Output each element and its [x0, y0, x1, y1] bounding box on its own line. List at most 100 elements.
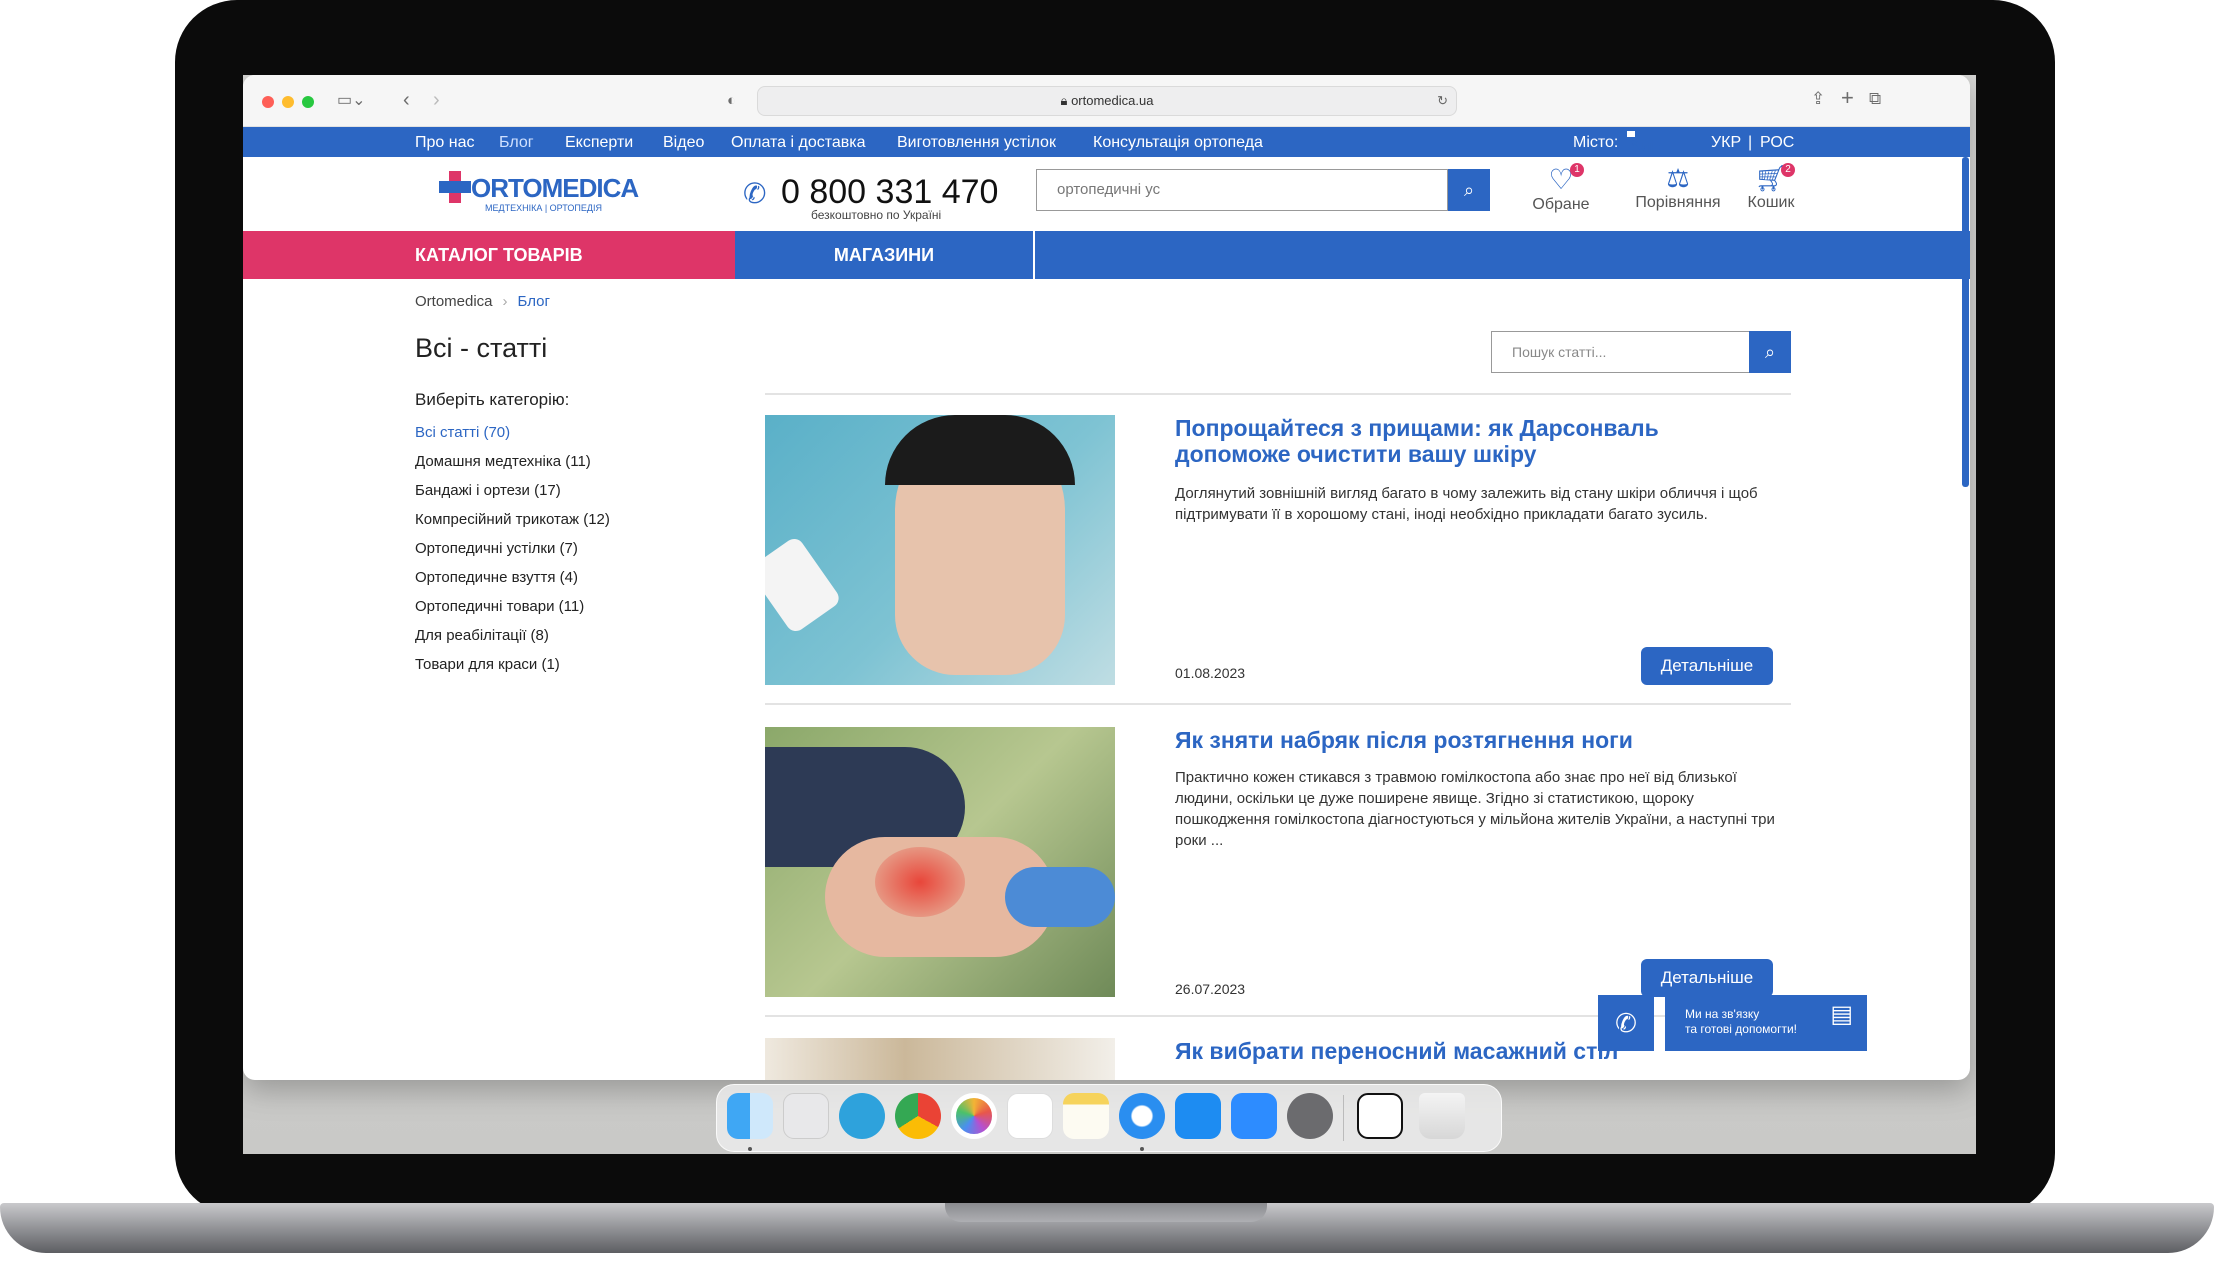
laptop-screen: ▭⌄ ‹ › ◐ 🔒︎ ortomedica.ua ↻ ⇪ + ⧉ Про на…: [243, 75, 1976, 1154]
zoom-window-button[interactable]: [302, 96, 314, 108]
category-item[interactable]: Ортопедичні товари (11): [415, 592, 610, 621]
shops-button[interactable]: МАГАЗИНИ: [735, 231, 1035, 279]
app-store-icon[interactable]: [1175, 1093, 1221, 1139]
calendar-icon[interactable]: [1007, 1093, 1053, 1139]
logo-subtitle: МЕДТЕХНІКА | ОРТОПЕДІЯ: [485, 203, 602, 213]
city-selector[interactable]: Київ ▾: [1627, 131, 1662, 155]
nav-item-blog[interactable]: Блог: [499, 134, 534, 152]
article-card: Як зняти набряк після розтягнення ноги П…: [765, 727, 1791, 997]
breadcrumb-current[interactable]: Блог: [518, 293, 550, 310]
category-item[interactable]: Товари для краси (1): [415, 650, 610, 679]
article-image-ankle[interactable]: [765, 727, 1115, 997]
sidebar-toggle-icon[interactable]: ▭⌄: [337, 91, 366, 111]
lang-ros[interactable]: РОС: [1760, 134, 1794, 152]
article-image-massage-table[interactable]: [765, 1038, 1115, 1080]
city-label: Місто:: [1573, 134, 1619, 151]
breadcrumb-chevron-icon: ›: [502, 293, 508, 310]
article-search-button[interactable]: ⌕: [1749, 331, 1791, 373]
logo-text[interactable]: ORTOMEDICA: [471, 173, 639, 204]
notion-icon[interactable]: [1357, 1093, 1403, 1139]
page-title: Всі - статті: [415, 333, 548, 363]
article-search-input[interactable]: Пошук статті...: [1491, 331, 1791, 373]
launchpad-icon[interactable]: [783, 1093, 829, 1139]
category-item[interactable]: Компресійний трикотаж (12): [415, 505, 610, 534]
category-item[interactable]: Бандажі і ортези (17): [415, 476, 610, 505]
nav-item-experts[interactable]: Експерти: [565, 134, 633, 152]
share-icon[interactable]: ⇪: [1811, 89, 1825, 109]
cart-button[interactable]: 🛒︎ 2 Кошик: [1741, 163, 1801, 212]
search-icon: ⌕: [1463, 180, 1475, 200]
article-title[interactable]: Як зняти набряк після розтягнення ноги: [1175, 727, 1755, 753]
phone-icon: ✆: [743, 178, 767, 209]
article-title[interactable]: Попрощайтеся з прищами: як Дарсонваль до…: [1175, 415, 1755, 467]
article-date: 01.08.2023: [1175, 665, 1246, 681]
back-icon[interactable]: ‹: [403, 90, 410, 110]
system-settings-icon[interactable]: [1287, 1093, 1333, 1139]
photos-icon[interactable]: [951, 1093, 997, 1139]
browser-toolbar: ▭⌄ ‹ › ◐ 🔒︎ ortomedica.ua ↻ ⇪ + ⧉: [243, 75, 1970, 127]
category-item[interactable]: Ортопедичне взуття (4): [415, 563, 610, 592]
forward-icon[interactable]: ›: [433, 90, 440, 110]
browser-window: ▭⌄ ‹ › ◐ 🔒︎ ortomedica.ua ↻ ⇪ + ⧉ Про на…: [243, 75, 1970, 1080]
tab-overview-icon[interactable]: ⧉: [1869, 89, 1881, 109]
compare-label: Порівняння: [1635, 194, 1721, 211]
product-search-input[interactable]: ортопедичні ус: [1036, 169, 1448, 211]
zoom-icon[interactable]: [1231, 1093, 1277, 1139]
running-indicator: [748, 1147, 752, 1151]
notes-icon[interactable]: [1063, 1093, 1109, 1139]
url-text: ortomedica.ua: [1071, 93, 1154, 108]
divider: [765, 703, 1791, 705]
category-item[interactable]: Домашня медтехніка (11): [415, 447, 610, 476]
chrome-icon[interactable]: [895, 1093, 941, 1139]
laptop-notch: [945, 1203, 1267, 1222]
breadcrumb: Ortomedica › Блог: [415, 293, 550, 310]
page-scrollbar[interactable]: [1962, 157, 1969, 487]
finder-icon[interactable]: [727, 1093, 773, 1139]
running-indicator: [1140, 1147, 1144, 1151]
product-search-button[interactable]: ⌕: [1448, 169, 1490, 211]
nav-item-payment-delivery[interactable]: Оплата і доставка: [731, 134, 866, 152]
dock-separator: [1343, 1095, 1344, 1141]
address-bar[interactable]: 🔒︎ ortomedica.ua ↻: [757, 86, 1457, 116]
search-icon: ⌕: [1764, 342, 1776, 362]
chat-widget[interactable]: Ми на зв'язку та готові допомогти! ▤: [1665, 995, 1867, 1051]
top-navigation: Про нас Блог Експерти Відео Оплата і дос…: [243, 127, 1970, 157]
nav-item-insoles[interactable]: Виготовлення устілок: [897, 134, 1056, 152]
phone-icon: ✆: [1615, 1008, 1637, 1038]
logo-cross-icon[interactable]: [439, 171, 471, 203]
close-window-button[interactable]: [262, 96, 274, 108]
lang-ukr[interactable]: УКР: [1711, 134, 1741, 152]
call-button[interactable]: ✆: [1598, 995, 1654, 1051]
article-image-darsonval[interactable]: [765, 415, 1115, 685]
hotline-phone[interactable]: 0 800 331 470: [781, 173, 998, 212]
telegram-icon[interactable]: [839, 1093, 885, 1139]
catalog-button[interactable]: КАТАЛОГ ТОВАРІВ: [243, 231, 735, 279]
new-tab-icon[interactable]: +: [1841, 87, 1854, 109]
caret-down-icon: ▾: [1631, 138, 1637, 149]
scales-icon: ⚖: [1666, 163, 1690, 193]
nav-item-consultation[interactable]: Консультація ортопеда: [1093, 134, 1263, 152]
chat-bubble-icon: ▤: [1830, 1001, 1853, 1028]
lock-icon: 🔒︎: [1060, 93, 1072, 108]
macos-dock: [716, 1084, 1502, 1152]
nav-item-video[interactable]: Відео: [663, 134, 704, 152]
trash-icon[interactable]: [1419, 1093, 1465, 1139]
shield-icon[interactable]: ◐: [727, 91, 736, 111]
nav-item-about[interactable]: Про нас: [415, 134, 474, 152]
read-more-button[interactable]: Детальніше: [1641, 959, 1773, 997]
compare-button[interactable]: ⚖ Порівняння: [1623, 163, 1733, 212]
favorites-count-badge: 1: [1570, 163, 1584, 177]
breadcrumb-home[interactable]: Ortomedica: [415, 293, 493, 310]
category-item[interactable]: Для реабілітації (8): [415, 621, 610, 650]
site-header: ORTOMEDICA МЕДТЕХНІКА | ОРТОПЕДІЯ ✆ 0 80…: [243, 157, 1970, 231]
safari-icon[interactable]: [1119, 1093, 1165, 1139]
divider: [765, 393, 1791, 395]
favorites-button[interactable]: ♡ 1 Обране: [1531, 163, 1591, 214]
article-excerpt: Доглянутий зовнішній вигляд багато в чом…: [1175, 485, 1758, 523]
read-more-button[interactable]: Детальніше: [1641, 647, 1773, 685]
reload-icon[interactable]: ↻: [1437, 87, 1448, 115]
minimize-window-button[interactable]: [282, 96, 294, 108]
article-excerpt: Практично кожен стикався з травмою гоміл…: [1175, 769, 1775, 849]
category-item[interactable]: Ортопедичні устілки (7): [415, 534, 610, 563]
category-item[interactable]: Всі статті (70): [415, 418, 610, 447]
